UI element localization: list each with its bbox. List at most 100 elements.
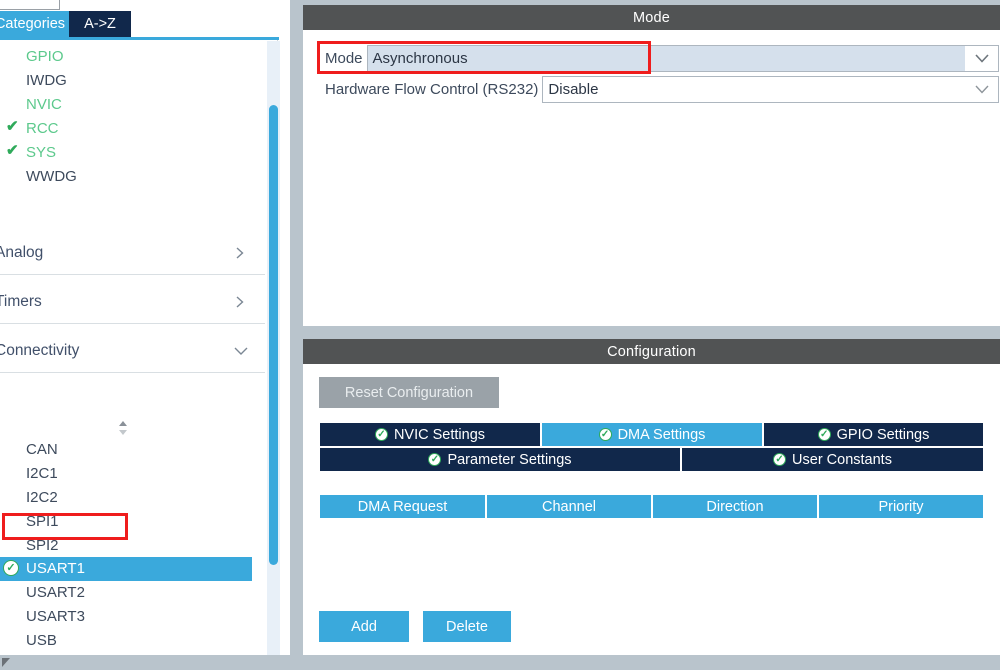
- chevron-right-icon: [233, 295, 247, 309]
- tree-item-wwdg[interactable]: WWDG: [0, 164, 260, 188]
- tab-categories-label: Categories: [0, 16, 66, 32]
- tree-item-sys[interactable]: ✔ SYS: [0, 140, 260, 164]
- category-label: Connectivity: [0, 342, 80, 359]
- category-connectivity[interactable]: Connectivity: [0, 330, 265, 373]
- list-item-usart2[interactable]: USART2: [0, 581, 252, 605]
- search-input[interactable]: [0, 0, 60, 10]
- table-body-empty: [319, 519, 984, 589]
- mode-select-value: Asynchronous: [372, 50, 468, 67]
- chevron-down-icon[interactable]: [965, 45, 999, 72]
- list-item-label: CAN: [26, 441, 58, 459]
- column-header-channel[interactable]: Channel: [486, 494, 652, 519]
- vertical-scrollbar[interactable]: [267, 41, 280, 655]
- chevron-down-icon: [233, 344, 248, 358]
- list-item-label: USART3: [26, 607, 85, 625]
- category-timers-row[interactable]: Timers: [0, 281, 265, 323]
- list-item-spi2[interactable]: SPI2: [0, 533, 252, 557]
- configuration-area: Mode Mode Asynchronous Hardware Flow Con…: [290, 0, 1000, 655]
- tree-item-label: RCC: [26, 119, 59, 137]
- tree-item-label: WWDG: [26, 167, 77, 185]
- check-icon: ✓: [428, 453, 442, 466]
- list-item-spi1[interactable]: SPI1: [0, 509, 252, 533]
- category-label: Analog: [0, 244, 44, 261]
- chevron-down-icon[interactable]: [965, 76, 999, 103]
- category-analog[interactable]: Analog: [0, 232, 265, 275]
- check-icon: ✔: [6, 118, 19, 135]
- peripheral-selector-panel: Categories A->Z GPIO IWDG NVIC ✔ RCC ✔ S…: [0, 0, 290, 655]
- window-bottom-strip: [0, 655, 1000, 670]
- category-connectivity-row[interactable]: Connectivity: [0, 330, 265, 372]
- tab-nvic-settings[interactable]: ✓ NVIC Settings: [319, 422, 541, 447]
- hardware-flow-control-select[interactable]: Disable: [542, 76, 999, 103]
- column-header-label: Priority: [878, 498, 924, 515]
- column-header-priority[interactable]: Priority: [818, 494, 984, 519]
- peripheral-tree: GPIO IWDG NVIC ✔ RCC ✔ SYS WWDG Analog i…: [0, 40, 278, 655]
- column-header-direction[interactable]: Direction: [652, 494, 818, 519]
- column-header-label: Channel: [541, 498, 596, 515]
- list-item-label: SPI1: [26, 512, 59, 530]
- column-header-label: DMA Request: [357, 498, 448, 515]
- tree-item-rcc[interactable]: ✔ RCC: [0, 116, 260, 140]
- add-button[interactable]: Add: [319, 611, 409, 642]
- add-button-label: Add: [351, 618, 377, 635]
- mode-select[interactable]: Asynchronous: [366, 45, 999, 72]
- tab-parameter-settings[interactable]: ✓ Parameter Settings: [319, 447, 681, 472]
- category-label: Timers: [0, 293, 42, 310]
- column-header-label: Direction: [706, 498, 764, 515]
- tab-gpio-settings-label: GPIO Settings: [836, 426, 930, 443]
- scrollbar-thumb[interactable]: [269, 105, 278, 565]
- dma-request-table: DMA Request Channel Direction Priority: [319, 494, 984, 589]
- list-item-label: USB: [26, 631, 57, 649]
- delete-button-label: Delete: [446, 618, 488, 635]
- delete-button[interactable]: Delete: [423, 611, 511, 642]
- list-item-label: I2C2: [26, 488, 58, 506]
- category-analog-row[interactable]: Analog: [0, 232, 265, 274]
- left-panel-tabs: Categories A->Z: [0, 11, 278, 37]
- mode-panel-header: Mode: [303, 5, 1000, 30]
- chevron-right-icon: [233, 246, 247, 260]
- list-item-usart3[interactable]: USART3: [0, 605, 252, 629]
- list-item-i2c2[interactable]: I2C2: [0, 486, 252, 510]
- list-item-label: USART1: [26, 560, 85, 578]
- tab-dma-settings-label: DMA Settings: [617, 426, 706, 443]
- hardware-flow-control-label: Hardware Flow Control (RS232): [325, 81, 539, 98]
- column-header-dma-request[interactable]: DMA Request: [319, 494, 486, 519]
- category-timers[interactable]: Timers: [0, 281, 265, 324]
- mode-row-mode: Mode Asynchronous: [303, 43, 1000, 74]
- configuration-panel-header: Configuration: [303, 339, 1000, 364]
- tab-categories[interactable]: Categories: [0, 11, 69, 37]
- tab-gpio-settings[interactable]: ✓ GPIO Settings: [763, 422, 984, 447]
- list-item-label: USART2: [26, 584, 85, 602]
- list-item-can[interactable]: CAN: [0, 438, 252, 462]
- tree-item-label: SYS: [26, 143, 57, 161]
- hardware-flow-control-value: Disable: [548, 81, 599, 98]
- mode-panel: Mode Mode Asynchronous Hardware Flow Con…: [303, 5, 1000, 326]
- mode-field-label: Mode: [325, 50, 363, 67]
- tab-a-to-z-label: A->Z: [84, 16, 116, 32]
- list-item-usb[interactable]: USB: [0, 628, 252, 652]
- configuration-tabs: ✓ NVIC Settings ✓ DMA Settings ✓ GPIO Se…: [319, 422, 984, 472]
- configuration-panel-title: Configuration: [607, 343, 696, 360]
- tab-user-constants[interactable]: ✓ User Constants: [681, 447, 984, 472]
- list-item-usart1[interactable]: ✓ USART1: [0, 556, 252, 581]
- configuration-tabs-row-1: ✓ NVIC Settings ✓ DMA Settings ✓ GPIO Se…: [319, 422, 984, 447]
- tab-dma-settings[interactable]: ✓ DMA Settings: [541, 422, 763, 447]
- mode-row-hardware-flow-control: Hardware Flow Control (RS232) Disable: [303, 74, 1000, 105]
- check-icon: ✔: [6, 142, 19, 159]
- reset-configuration-label: Reset Configuration: [344, 384, 474, 401]
- table-header-row: DMA Request Channel Direction Priority: [319, 494, 984, 519]
- tree-item-iwdg[interactable]: IWDG: [0, 68, 260, 92]
- mode-fields: Mode Asynchronous Hardware Flow Control …: [303, 30, 1000, 105]
- list-item-i2c1[interactable]: I2C1: [0, 462, 252, 486]
- check-icon: ✓: [773, 453, 787, 466]
- tab-nvic-settings-label: NVIC Settings: [393, 426, 486, 443]
- scroll-spinner-icon[interactable]: [114, 420, 132, 436]
- resize-corner-icon[interactable]: [2, 658, 10, 667]
- tree-item-nvic[interactable]: NVIC: [0, 92, 260, 116]
- tree-item-gpio[interactable]: GPIO: [0, 44, 260, 68]
- tab-a-to-z[interactable]: A->Z: [69, 11, 131, 37]
- reset-configuration-button[interactable]: Reset Configuration: [319, 377, 499, 408]
- tree-item-label: GPIO: [26, 47, 64, 65]
- cubemx-peripheral-configuration-screen: Categories A->Z GPIO IWDG NVIC ✔ RCC ✔ S…: [0, 0, 1000, 670]
- check-icon: ✓: [598, 428, 612, 441]
